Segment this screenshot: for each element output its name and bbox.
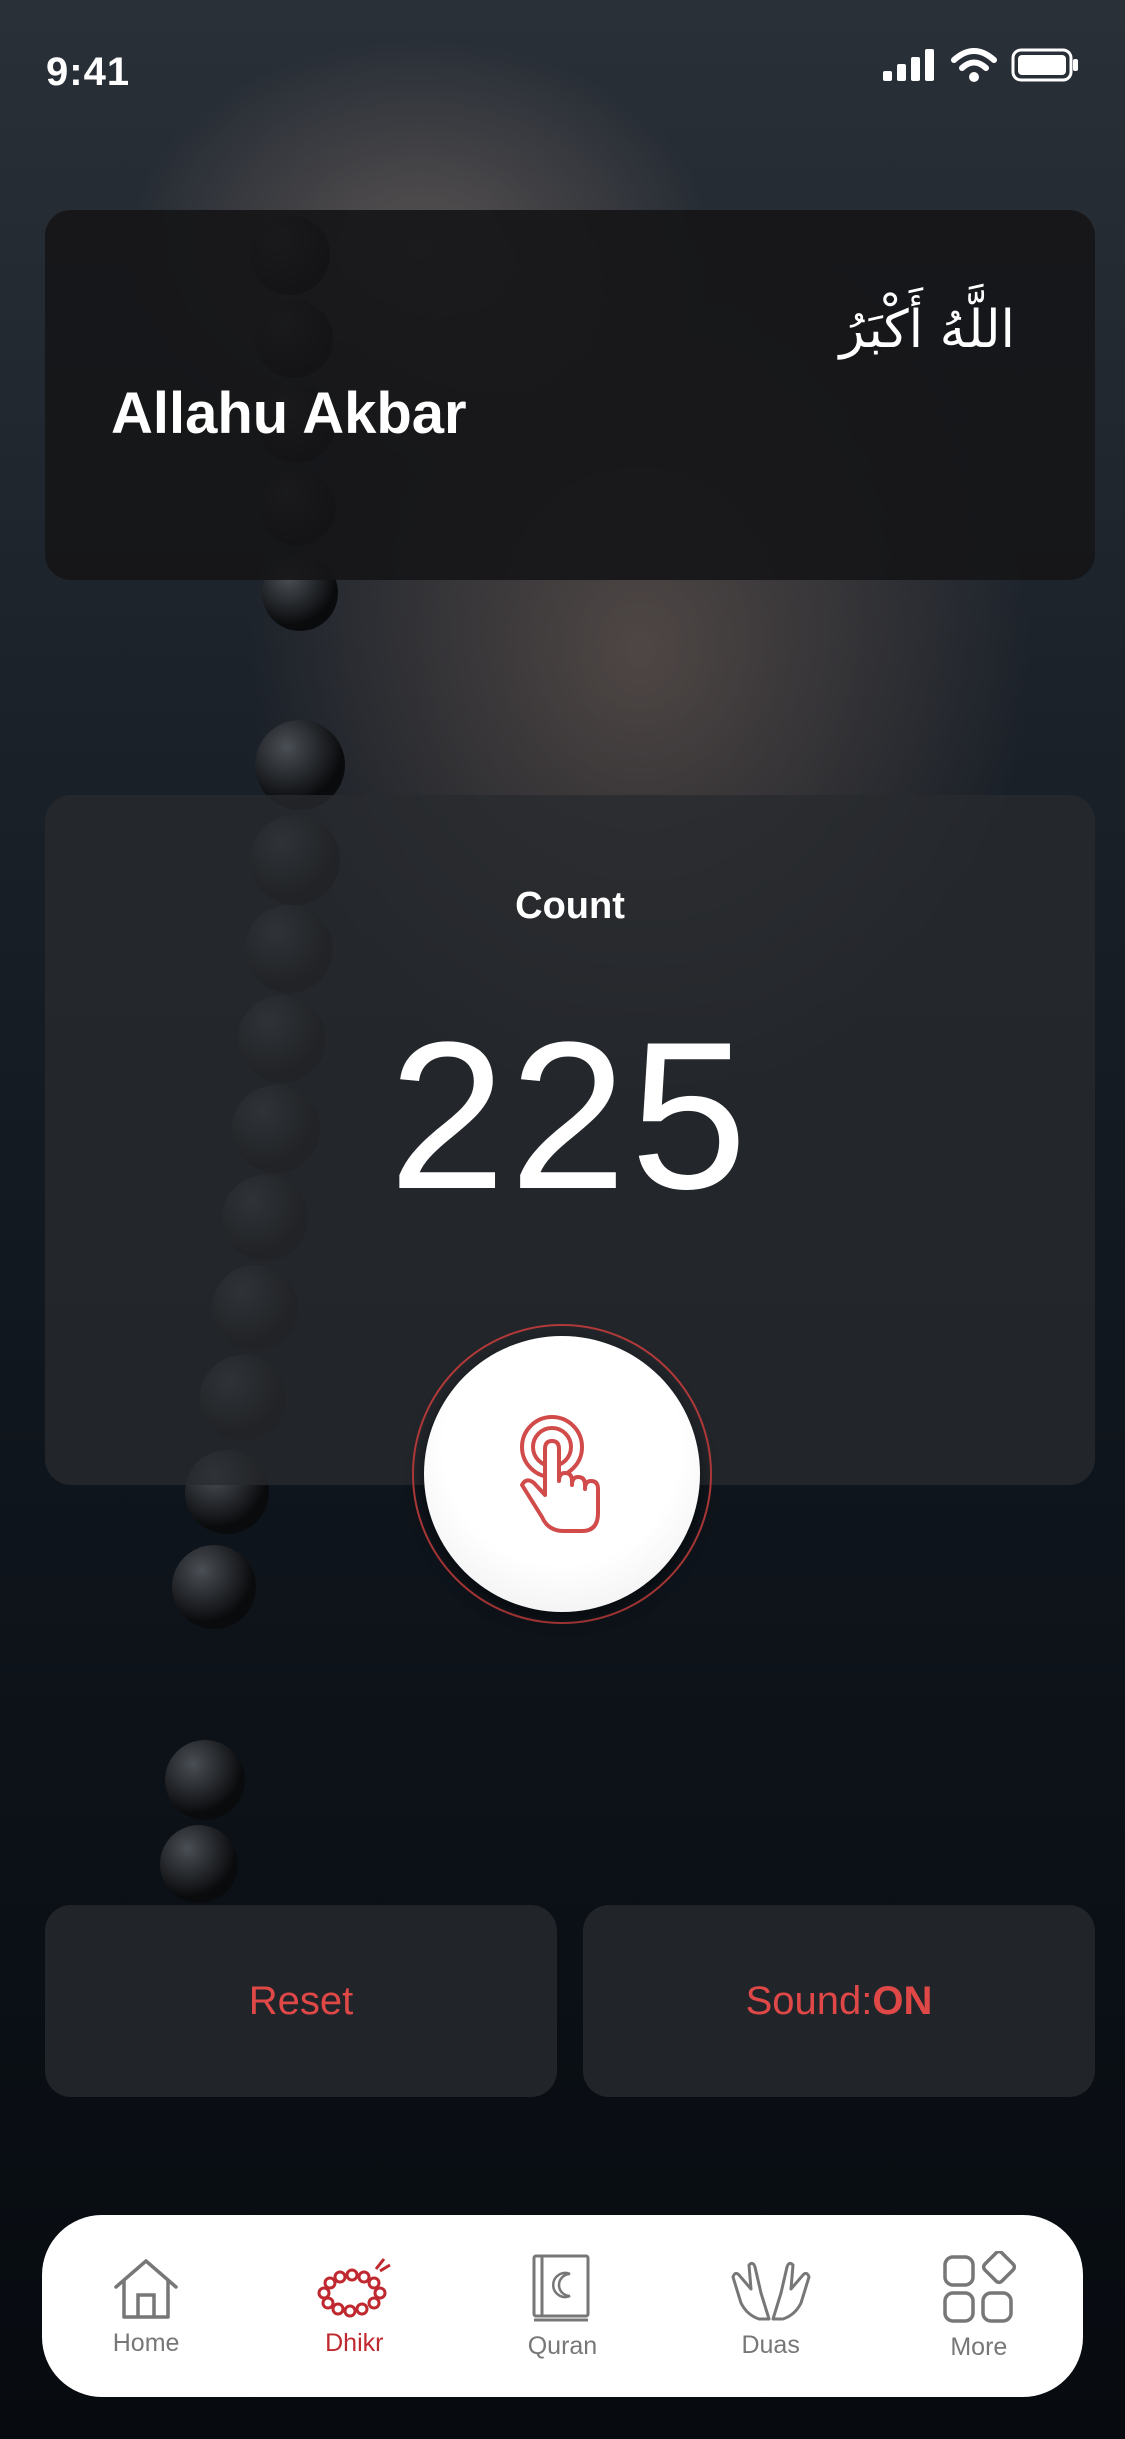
dhikr-card[interactable]: اللَّهُ أَكْبَرُ Allahu Akbar — [45, 210, 1095, 580]
tap-count-button[interactable] — [424, 1336, 700, 1612]
sound-state: ON — [872, 1978, 933, 2023]
tab-duas-label: Duas — [741, 2330, 800, 2359]
grid-icon — [943, 2250, 1016, 2323]
dhikr-transliteration: Allahu Akbar — [111, 381, 467, 446]
tab-duas[interactable]: Duas — [686, 2253, 856, 2360]
status-bar: 9:41 — [0, 0, 1125, 140]
praying-hands-icon — [731, 2261, 811, 2320]
status-time: 9:41 — [46, 50, 131, 94]
tab-more-label: More — [950, 2332, 1008, 2361]
dhikr-arabic-text: اللَّهُ أَكْبَرُ — [839, 300, 1016, 360]
home-icon — [114, 2258, 178, 2319]
quran-book-icon — [532, 2254, 590, 2321]
reset-label: Reset — [248, 1978, 354, 2023]
count-label: Count — [515, 885, 625, 927]
count-value: 225 — [388, 998, 752, 1233]
wifi-icon — [951, 48, 997, 82]
bottom-tab-bar: Home Dhikr Quran Duas More — [42, 2215, 1083, 2397]
tab-more[interactable]: More — [894, 2250, 1064, 2362]
reset-button[interactable]: Reset — [45, 1905, 557, 2097]
sound-toggle-button[interactable]: Sound: ON — [583, 1905, 1095, 2097]
tab-quran-label: Quran — [527, 2331, 598, 2360]
tab-quran[interactable]: Quran — [477, 2252, 647, 2361]
sound-label: Sound: — [745, 1978, 873, 2023]
tap-finger-icon — [520, 1415, 600, 1533]
prayer-beads-icon — [317, 2257, 392, 2317]
battery-icon — [1011, 48, 1078, 82]
tab-home[interactable]: Home — [61, 2255, 231, 2358]
tab-dhikr[interactable]: Dhikr — [269, 2255, 439, 2358]
tab-home-label: Home — [112, 2328, 180, 2357]
tab-dhikr-label: Dhikr — [325, 2328, 384, 2357]
cellular-signal-icon — [883, 49, 934, 81]
